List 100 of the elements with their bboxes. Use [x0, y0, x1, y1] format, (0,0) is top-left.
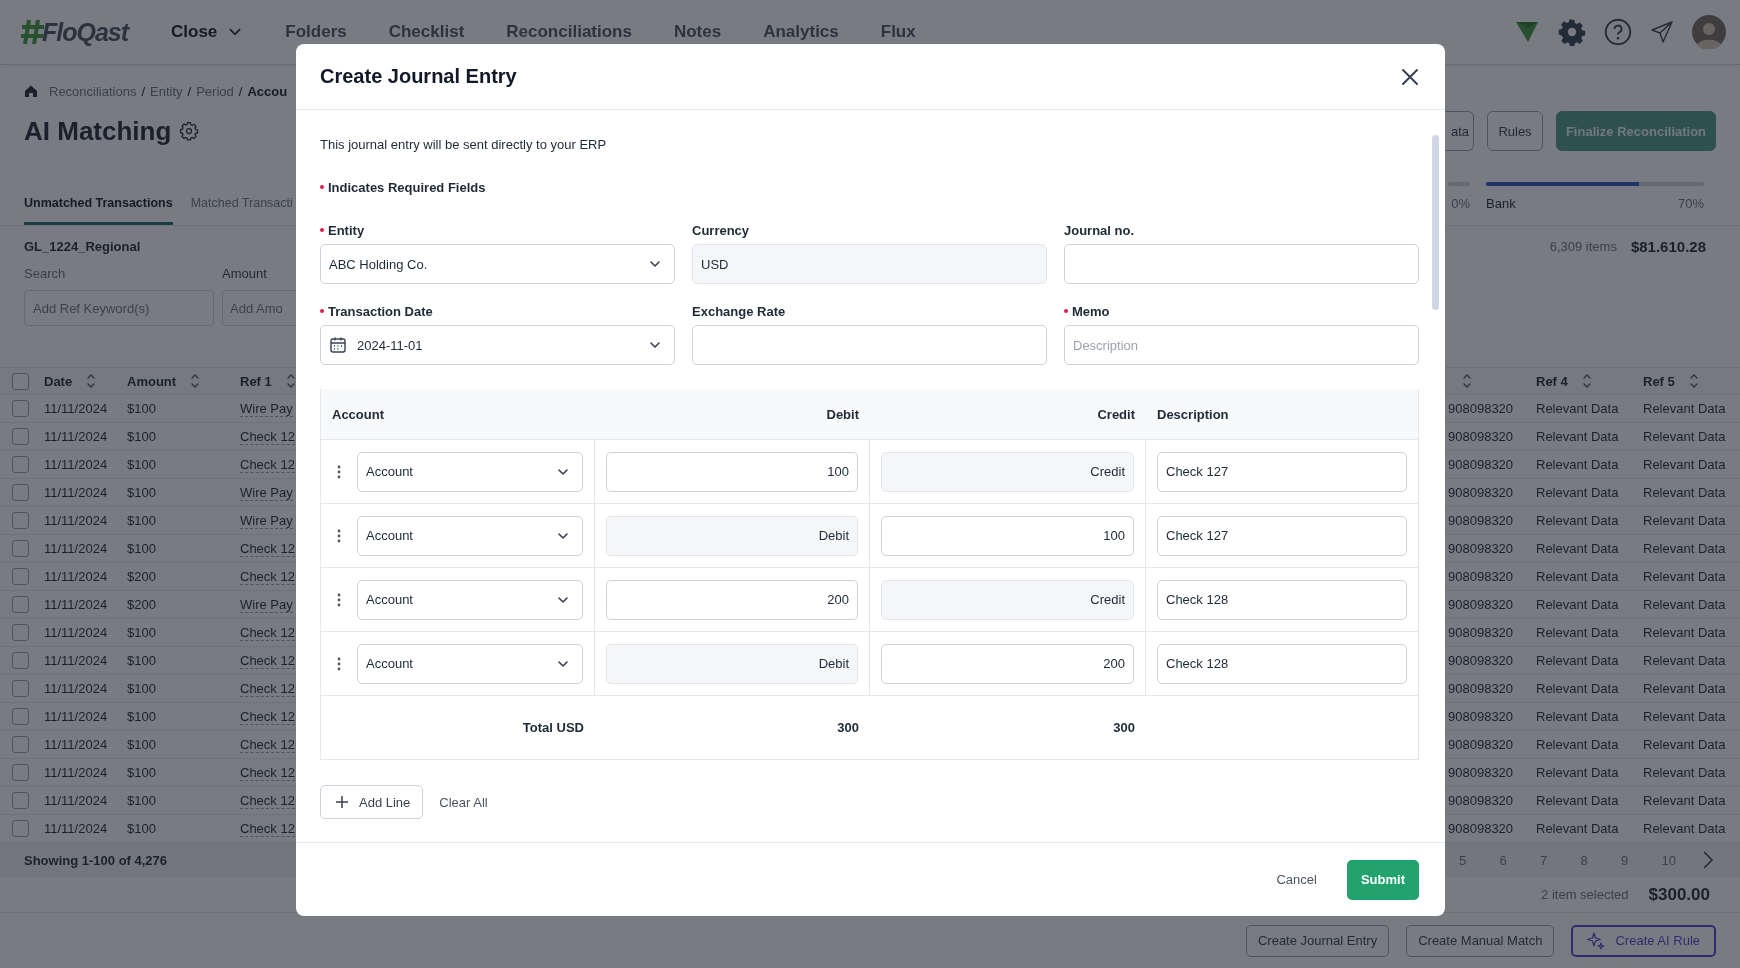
flag-icon[interactable] — [1514, 20, 1540, 44]
nav-menu-item[interactable]: Close — [171, 22, 244, 42]
input-field[interactable]: Check 128 — [1157, 643, 1407, 684]
table-cell: Relevant Data — [1536, 709, 1619, 724]
page-number[interactable]: 9 — [1621, 852, 1662, 868]
table-cell: Relevant Data — [1643, 709, 1726, 724]
settings-icon[interactable] — [1558, 18, 1586, 46]
checkbox[interactable] — [12, 764, 29, 781]
checkbox[interactable] — [12, 624, 29, 641]
breadcrumb-link[interactable]: Period — [196, 83, 234, 99]
table-cell: $100 — [127, 821, 156, 836]
checkbox[interactable] — [12, 540, 29, 557]
tab[interactable]: Matched Transacti — [190, 196, 293, 225]
chevron-right-icon[interactable] — [1702, 850, 1714, 870]
settings-icon[interactable] — [179, 121, 200, 141]
date-picker[interactable]: 2024-11-01 — [320, 325, 675, 365]
table-cell: $100 — [127, 429, 156, 444]
select-field[interactable]: Account — [357, 515, 583, 556]
checkbox[interactable] — [12, 680, 29, 697]
select-field[interactable]: ABC Holding Co. — [320, 244, 675, 284]
help-icon[interactable] — [1604, 18, 1632, 46]
checkbox[interactable] — [12, 652, 29, 669]
table-cell: Relevant Data — [1536, 821, 1619, 836]
page-number[interactable]: 6 — [1499, 852, 1540, 868]
table-cell: 908098320 — [1448, 541, 1514, 556]
select-field[interactable]: Account — [357, 643, 583, 684]
table-cell: $100 — [127, 541, 156, 556]
checkbox[interactable] — [12, 736, 29, 753]
avatar-icon[interactable] — [1692, 15, 1726, 49]
cancel-button[interactable]: Cancel — [1266, 864, 1327, 895]
input-field[interactable]: Add Ref Keyword(s) — [24, 290, 214, 326]
input-field[interactable]: 200 — [881, 643, 1134, 684]
nav-menu-item[interactable]: Checklist — [388, 22, 465, 42]
page-number[interactable]: 5 — [1459, 852, 1500, 868]
checkbox[interactable] — [12, 372, 29, 390]
more-icon[interactable] — [336, 527, 342, 544]
page-number[interactable]: 8 — [1580, 852, 1621, 868]
input-field[interactable]: 100 — [606, 451, 858, 492]
checkbox[interactable] — [12, 792, 29, 809]
select-field[interactable]: Account — [357, 451, 583, 492]
checkbox[interactable] — [12, 512, 29, 529]
input-field[interactable]: Check 127 — [1157, 515, 1407, 556]
breadcrumb-separator: / — [187, 83, 192, 99]
checkbox[interactable] — [12, 428, 29, 445]
input-field[interactable] — [692, 325, 1047, 365]
checkbox[interactable] — [12, 596, 29, 613]
input-field[interactable]: Check 128 — [1157, 579, 1407, 620]
page-number[interactable]: 10 — [1661, 852, 1702, 868]
header-button[interactable]: ata — [1444, 111, 1474, 151]
checkbox[interactable] — [12, 400, 29, 417]
input-field[interactable]: 200 — [606, 579, 858, 620]
nav-menu-item[interactable]: Flux — [880, 22, 916, 42]
action-button[interactable]: Create Journal Entry — [1245, 924, 1390, 957]
table-cell: $100 — [127, 653, 156, 668]
table-cell: 11/11/2024 — [44, 821, 108, 836]
more-icon[interactable] — [336, 463, 342, 480]
input-field[interactable]: 100 — [881, 515, 1134, 556]
required-note: Indicates Required Fields — [328, 179, 486, 195]
table-cell: Wire Pay — [240, 400, 293, 417]
table-cell: $100 — [127, 457, 156, 472]
table-cell: Wire Pay — [240, 512, 293, 529]
submit-button[interactable]: Submit — [1346, 859, 1419, 900]
tab[interactable]: Unmatched Transactions — [24, 196, 173, 225]
table-cell: $200 — [127, 597, 156, 612]
table-cell: 908098320 — [1448, 625, 1514, 640]
action-button[interactable]: Create AI Rule — [1571, 924, 1716, 957]
breadcrumb-link[interactable]: Reconciliations — [49, 83, 137, 99]
more-icon[interactable] — [336, 655, 342, 672]
nav-menu-item[interactable]: Notes — [673, 22, 722, 42]
scrollbar[interactable] — [1432, 135, 1439, 310]
add-line-button[interactable]: Add Line — [320, 785, 424, 819]
input-field[interactable]: Description — [1064, 325, 1419, 365]
header-button[interactable]: Rules — [1487, 111, 1543, 151]
input-field[interactable]: Check 127 — [1157, 451, 1407, 492]
nav-menu-item[interactable]: Folders — [285, 22, 347, 42]
logo[interactable]: FloQast — [20, 17, 140, 47]
more-icon[interactable] — [336, 591, 342, 608]
checkbox[interactable] — [12, 708, 29, 725]
column-header: Description — [1157, 406, 1229, 422]
breadcrumb-link[interactable]: Entity — [150, 83, 183, 99]
action-button[interactable]: Create Manual Match — [1406, 924, 1555, 957]
column-header: Debit — [826, 406, 859, 422]
progress-reading: 0% — [1451, 196, 1470, 211]
table-cell: Relevant Data — [1536, 569, 1619, 584]
home-icon[interactable] — [24, 84, 38, 98]
page-number[interactable]: 7 — [1540, 852, 1581, 868]
nav-menu-item[interactable]: Reconciliations — [506, 22, 632, 42]
checkbox[interactable] — [12, 820, 29, 837]
checkbox[interactable] — [12, 568, 29, 585]
checkbox[interactable] — [12, 484, 29, 501]
input-field[interactable]: Add Amo — [222, 290, 296, 326]
table-cell: 908098320 — [1448, 457, 1514, 472]
checkbox[interactable] — [12, 456, 29, 473]
table-cell: 908098320 — [1448, 597, 1514, 612]
input-field[interactable] — [1064, 244, 1419, 284]
field-label: Exchange Rate — [692, 303, 786, 319]
send-icon[interactable] — [1650, 20, 1674, 44]
clear-all-button[interactable]: Clear All — [433, 790, 494, 814]
nav-menu-item[interactable]: Analytics — [763, 22, 839, 42]
select-field[interactable]: Account — [357, 579, 583, 620]
